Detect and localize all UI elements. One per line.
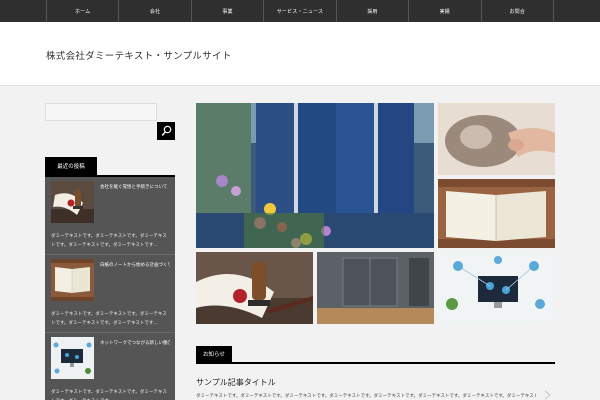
list-item[interactable]: 白紙のノートから始める計画づくり ダミーテキストです。ダミーテキストです。ダミー… [45,255,175,333]
top-navigation: ホーム 会社 事業 サービス・ニュース 採用 実績 お問合 [0,0,600,22]
post-excerpt: ダミーテキストです。ダミーテキストです。ダミーテキストです。ダミーテキストです。… [51,234,167,248]
nav-item-business[interactable]: 事業 [190,0,263,22]
post-thumbnail-network [51,337,94,379]
widget-title: 最近の投稿 [45,157,97,175]
featured-tile-seal[interactable] [196,252,313,324]
news-article-excerpt: ダミーテキストです。ダミーテキストです。ダミーテキストです。ダミーテキストです。… [196,394,536,399]
featured-tile-network[interactable] [438,252,555,324]
featured-tile-cat[interactable] [438,103,555,175]
nav-item-services[interactable]: サービス・ニュース [263,0,335,22]
featured-tile-room[interactable] [317,252,434,324]
site-title[interactable]: 株式会社ダミーテキスト・サンプルサイト [46,48,232,62]
featured-image-mosaic [196,103,555,324]
nav-items: ホーム 会社 事業 サービス・ニュース 採用 実績 お問合 [46,0,554,22]
list-item[interactable]: ネットワークでつながる新しい働き方 ダミーテキストです。ダミーテキストです。ダミ… [45,333,175,400]
post-thumbnail-notebook [51,259,94,301]
news-article-title[interactable]: サンプル記事タイトル [196,377,276,388]
post-excerpt: ダミーテキストです。ダミーテキストです。ダミーテキストです。ダミーテキストです。 [51,390,167,400]
search-input[interactable] [45,103,157,121]
nav-item-home[interactable]: ホーム [46,0,118,22]
list-item[interactable]: 会社を継ぐ覚悟と手続きについて ダミーテキストです。ダミーテキストです。ダミーテ… [45,177,175,255]
nav-item-recruit[interactable]: 採用 [335,0,408,22]
post-title[interactable]: 白紙のノートから始める計画づくり [100,262,170,268]
nav-item-works[interactable]: 実績 [408,0,480,22]
nav-item-company[interactable]: 会社 [118,0,190,22]
search-icon [161,125,172,136]
post-title[interactable]: ネットワークでつながる新しい働き方 [100,340,170,346]
news-section-underline [196,362,555,364]
post-title[interactable]: 会社を継ぐ覚悟と手続きについて [100,184,170,190]
post-thumbnail-seal [51,181,94,223]
featured-tile-cemetery[interactable] [196,103,434,248]
featured-tile-notebook[interactable] [438,179,555,248]
news-section-label: お知らせ [196,346,232,362]
nav-item-contact[interactable]: お問合 [480,0,554,22]
site-header: 株式会社ダミーテキスト・サンプルサイト [0,22,600,86]
post-excerpt: ダミーテキストです。ダミーテキストです。ダミーテキストです。ダミーテキストです。… [51,312,167,326]
chevron-right-icon[interactable] [542,390,554,400]
recent-posts-list: 会社を継ぐ覚悟と手続きについて ダミーテキストです。ダミーテキストです。ダミーテ… [45,177,175,400]
search-button[interactable] [157,122,175,140]
